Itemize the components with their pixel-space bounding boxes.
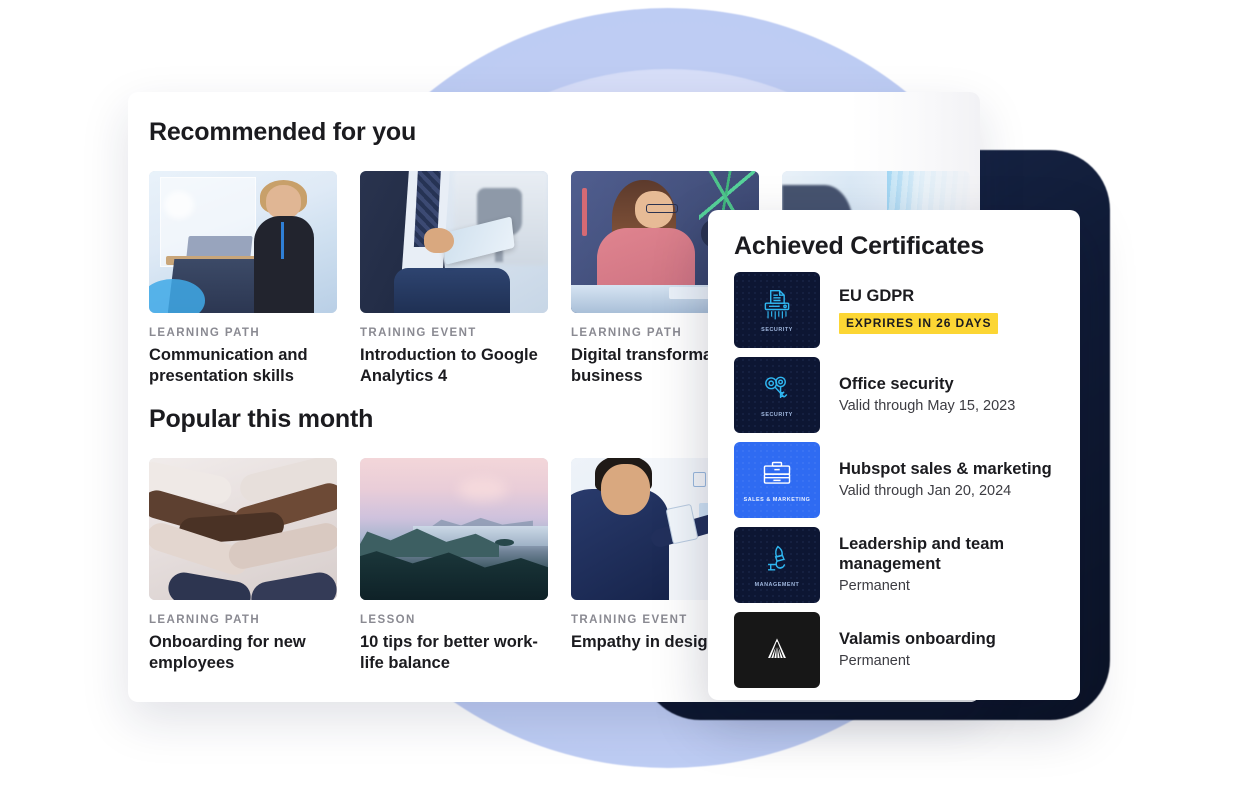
section-title-popular: Popular this month (149, 405, 374, 433)
certificate-category-caption: SALES & MARKETING (743, 496, 811, 503)
certificate-badge-tile[interactable] (734, 612, 820, 688)
course-card[interactable]: LEARNING PATH Onboarding for new employe… (149, 458, 337, 674)
certificate-details: EU GDPR EXPRIRES IN 26 DAYS (839, 286, 1062, 334)
certificate-details: Leadership and team management Permanent (839, 534, 1062, 596)
certificate-row[interactable]: Valamis onboarding Permanent (734, 612, 1062, 688)
certificate-category-caption: SECURITY (761, 411, 793, 418)
course-title: Onboarding for new employees (149, 633, 306, 672)
course-card[interactable]: TRAINING EVENT Introduction to Google An… (360, 171, 548, 387)
presentation-photo-icon (149, 171, 337, 313)
course-category-label: TRAINING EVENT (360, 327, 477, 339)
course-thumbnail[interactable] (149, 458, 337, 600)
certificate-status: Permanent (839, 578, 910, 595)
certificates-heading: Achieved Certificates (734, 232, 985, 260)
mountain-lake-photo-icon (360, 458, 548, 600)
certificate-name: Leadership and team management (839, 534, 1005, 574)
status-badge: EXPRIRES IN 26 DAYS (839, 312, 999, 334)
course-title: 10 tips for better work- life balance (360, 633, 538, 672)
course-category-label: LESSON (360, 614, 416, 626)
torch-hand-icon (768, 545, 786, 571)
certificate-category-caption: SECURITY (761, 326, 793, 333)
course-thumbnail[interactable] (149, 171, 337, 313)
certificates-list: SECURITY EU GDPR EXPRIRES IN 26 DAYS SEC… (734, 272, 1062, 688)
tablet-photo-icon (360, 171, 548, 313)
certificate-row[interactable]: MANAGEMENT Leadership and team managemen… (734, 527, 1062, 603)
course-title: Introduction to Google Analytics 4 (360, 346, 538, 385)
certificate-badge-tile[interactable]: MANAGEMENT (734, 527, 820, 603)
course-card[interactable]: LESSON 10 tips for better work- life bal… (360, 458, 548, 674)
certificate-row[interactable]: SECURITY EU GDPR EXPRIRES IN 26 DAYS (734, 272, 1062, 348)
certificate-row[interactable]: SECURITY Office security Valid through M… (734, 357, 1062, 433)
course-title: Communication and presentation skills (149, 346, 308, 385)
paper-shredder-icon (764, 289, 790, 319)
section-title-recommended: Recommended for you (149, 118, 417, 146)
keys-icon (765, 376, 788, 398)
achieved-certificates-panel: Achieved Certificates SECURITY EU GDPR E… (708, 210, 1080, 700)
certificate-badge-tile[interactable]: SECURITY (734, 272, 820, 348)
certificate-name: Valamis onboarding (839, 630, 996, 649)
certificate-status: Valid through May 15, 2023 (839, 398, 1016, 415)
course-category-label: LEARNING PATH (149, 614, 261, 626)
certificate-details: Valamis onboarding Permanent (839, 629, 1062, 671)
certificate-status: Valid through Jan 20, 2024 (839, 483, 1012, 500)
course-card[interactable]: LEARNING PATH Communication and presenta… (149, 171, 337, 387)
course-category-label: LEARNING PATH (149, 327, 261, 339)
certificate-name: Office security (839, 375, 954, 394)
teamwork-hands-photo-icon (149, 458, 337, 600)
course-thumbnail[interactable] (360, 458, 548, 600)
certificate-name: Hubspot sales & marketing (839, 460, 1052, 479)
certificate-details: Office security Valid through May 15, 20… (839, 374, 1062, 416)
certificate-details: Hubspot sales & marketing Valid through … (839, 459, 1062, 501)
screenshot-root: Recommended for you LEARNING PATH Commun… (0, 0, 1240, 800)
certificate-name: EU GDPR (839, 287, 915, 306)
certificate-badge-tile[interactable]: SALES & MARKETING (734, 442, 820, 518)
briefcase-icon (763, 461, 791, 484)
certificate-category-caption: MANAGEMENT (754, 581, 800, 588)
certificate-badge-tile[interactable]: SECURITY (734, 357, 820, 433)
certificate-row[interactable]: SALES & MARKETING Hubspot sales & market… (734, 442, 1062, 518)
course-thumbnail[interactable] (360, 171, 548, 313)
certificate-status: Permanent (839, 653, 910, 670)
valamis-logo-icon (768, 638, 786, 659)
